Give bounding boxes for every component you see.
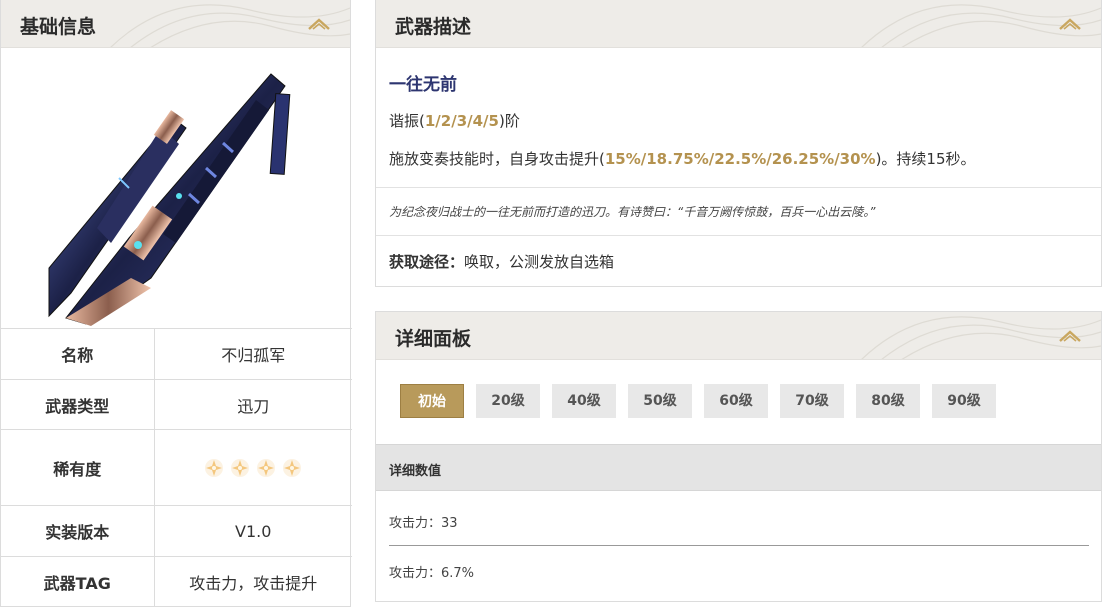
stat-row: 攻击力：33 (389, 516, 458, 531)
weapon-desc-title: 武器描述 (395, 16, 472, 38)
weapon-desc-panel: 武器描述 一往无前 谐振(1/2/3/4/5)阶 施放变奏技能时，自身攻击提升(… (375, 0, 1102, 287)
level-tab-5[interactable]: 70级 (780, 384, 844, 418)
flavor-text: 为纪念夜归战士的一往无前而打造的迅刀。有诗赞曰：“千音万阙传惊鼓，百兵一心出云陵… (389, 205, 876, 219)
divider (389, 545, 1089, 546)
divider (376, 187, 1101, 188)
header-decoration (861, 4, 1101, 47)
header-decoration (861, 316, 1101, 359)
rarity-star-icon (257, 458, 276, 477)
skill-name: 一往无前 (389, 75, 457, 95)
row-value-name: 不归孤军 (154, 328, 352, 380)
obtain-value: 唤取，公测发放自选箱 (464, 253, 615, 271)
table-row: 稀有度 (1, 429, 353, 506)
basic-info-table: 名称 不归孤军 武器类型 迅刀 稀有度 实装版本 V1.0 武器TAG 攻击力，… (1, 328, 352, 607)
basic-info-title: 基础信息 (20, 16, 97, 38)
stats-header-label: 详细数值 (389, 464, 442, 479)
row-value-weapon-type: 迅刀 (154, 379, 352, 430)
row-key-weapon-type: 武器类型 (1, 379, 155, 430)
row-key-weapon-tag: 武器TAG (1, 556, 155, 607)
obtain-label: 获取途径： (389, 253, 465, 271)
row-key-name: 名称 (1, 328, 155, 380)
level-tabs: 初始 20级 40级 50级 60级 70级 80级 90级 (400, 384, 996, 418)
rank-line: 谐振(1/2/3/4/5)阶 (389, 110, 520, 131)
effect-prefix: 施放变奏技能时，自身攻击提升( (389, 150, 605, 168)
level-tab-4[interactable]: 60级 (704, 384, 768, 418)
level-tab-2[interactable]: 40级 (552, 384, 616, 418)
row-value-weapon-tag: 攻击力，攻击提升 (154, 556, 352, 607)
row-value-version: V1.0 (154, 505, 352, 557)
rank-prefix: 谐振( (389, 112, 425, 130)
effect-values: 15%/18.75%/22.5%/26.25%/30% (604, 150, 876, 168)
basic-info-panel: 基础信息 名称 不归孤军 武器类型 迅刀 稀有度 实装版本 V1.0 武器TAG… (0, 0, 352, 607)
divider (376, 235, 1101, 236)
level-tab-6[interactable]: 80级 (856, 384, 920, 418)
table-row: 武器TAG 攻击力，攻击提升 (1, 556, 352, 607)
detail-panel: 详细面板 初始 20级 40级 50级 60级 70级 80级 90级 详细数值 攻击力：33… (375, 311, 1102, 602)
effect-suffix: )。持续15秒。 (875, 150, 976, 168)
row-key-version: 实装版本 (1, 505, 155, 557)
effect-line: 施放变奏技能时，自身攻击提升(15%/18.75%/22.5%/26.25%/3… (389, 148, 976, 169)
level-tab-0[interactable]: 初始 (400, 384, 464, 418)
table-row: 武器类型 迅刀 (1, 379, 352, 430)
level-tab-3[interactable]: 50级 (628, 384, 692, 418)
rarity-star-icon (205, 458, 224, 477)
detail-panel-title: 详细面板 (395, 328, 472, 350)
collapse-chevron-icon[interactable] (1059, 18, 1081, 30)
basic-info-header: 基础信息 (1, 0, 350, 48)
table-row: 实装版本 V1.0 (1, 505, 352, 557)
weapon-image (48, 73, 291, 326)
row-value-rarity (154, 429, 353, 506)
rarity-star-icon (283, 458, 302, 477)
rarity-stars (155, 458, 353, 478)
rank-suffix: )阶 (498, 112, 520, 130)
obtain-line: 获取途径：唤取，公测发放自选箱 (389, 251, 614, 272)
table-row: 名称 不归孤军 (1, 328, 352, 380)
weapon-desc-header: 武器描述 (376, 0, 1101, 48)
stat-row: 攻击力：6.7% (389, 566, 475, 581)
collapse-chevron-icon[interactable] (308, 18, 330, 30)
detail-panel-header: 详细面板 (376, 312, 1101, 360)
level-tab-1[interactable]: 20级 (476, 384, 540, 418)
level-tab-7[interactable]: 90级 (932, 384, 996, 418)
stats-header: 详细数值 (376, 444, 1101, 491)
rarity-star-icon (231, 458, 250, 477)
rank-values: 1/2/3/4/5 (424, 112, 499, 130)
row-key-rarity: 稀有度 (1, 429, 155, 506)
collapse-chevron-icon[interactable] (1059, 330, 1081, 342)
